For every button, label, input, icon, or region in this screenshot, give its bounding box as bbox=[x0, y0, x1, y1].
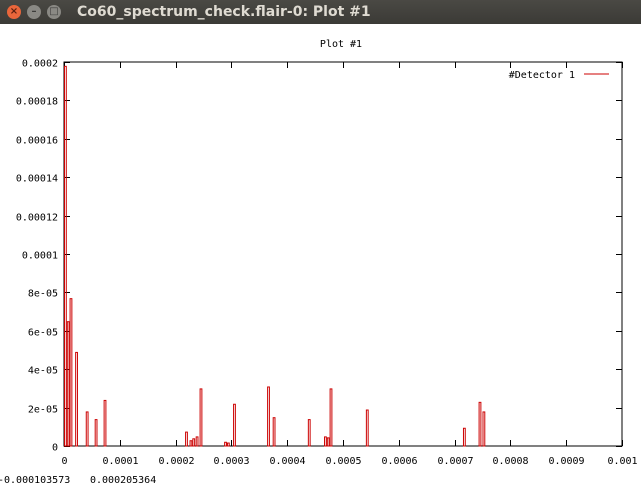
chart-title: Plot #1 bbox=[320, 39, 362, 50]
histogram-bar bbox=[64, 65, 67, 447]
window-title: Co60_spectrum_check.flair-0: Plot #1 bbox=[77, 4, 371, 20]
histogram-bar bbox=[85, 411, 89, 447]
plot-axes bbox=[63, 61, 623, 447]
legend-label: #Detector 1 bbox=[509, 70, 575, 81]
histogram-bar bbox=[462, 427, 466, 447]
histogram-bar bbox=[75, 351, 78, 447]
histogram-bar bbox=[329, 388, 333, 447]
histogram-bar bbox=[192, 438, 196, 447]
legend: #Detector 1 bbox=[509, 70, 609, 81]
tick-marks: 0 2e-05 4e-05 6e-05 8e-05 0.0001 0.00012 0.0001… bbox=[16, 59, 638, 468]
histogram-bar bbox=[195, 436, 199, 447]
plot-frame bbox=[63, 61, 623, 447]
x-tick-label: 0.0001 bbox=[102, 456, 138, 467]
histogram-bar bbox=[185, 431, 188, 447]
y-tick-label: 8e-05 bbox=[28, 289, 58, 300]
histogram-bar bbox=[267, 386, 270, 447]
plot-canvas[interactable]: Plot #1 0 2e-05 4e-05 6e-05 8e-05 0.0001 0.000… bbox=[0, 24, 641, 484]
x-tick-label: 0 bbox=[61, 456, 67, 467]
maximize-window-button[interactable]: □ bbox=[47, 5, 61, 19]
cursor-x-readout: -0.000103573 bbox=[0, 475, 70, 484]
x-tick-label: 0.0006 bbox=[381, 456, 417, 467]
cursor-y-readout: 0.000205364 bbox=[90, 475, 156, 484]
y-tick-label: 2e-05 bbox=[28, 405, 58, 416]
histogram-bar bbox=[69, 298, 73, 447]
histogram-bar bbox=[482, 411, 486, 447]
minimize-window-button[interactable]: – bbox=[27, 5, 41, 19]
y-tick-label: 0.00012 bbox=[16, 213, 58, 224]
x-tick-label: 0.001 bbox=[607, 456, 637, 467]
histogram-bar bbox=[224, 441, 227, 447]
x-tick-label: 0.0004 bbox=[269, 456, 305, 467]
x-tick-label: 0.0007 bbox=[437, 456, 473, 467]
histogram-bar bbox=[233, 403, 236, 447]
x-tick-label: 0.0002 bbox=[158, 456, 194, 467]
y-tick-label: 0.00014 bbox=[16, 174, 58, 185]
histogram-bar bbox=[94, 419, 98, 447]
histogram-bar bbox=[272, 417, 276, 447]
y-tick-label: 0 bbox=[52, 443, 58, 454]
x-tick-label: 0.0009 bbox=[548, 456, 584, 467]
y-tick-label: 0.00018 bbox=[16, 97, 58, 108]
window-titlebar: × – □ Co60_spectrum_check.flair-0: Plot … bbox=[0, 0, 641, 24]
histogram-bar bbox=[307, 419, 311, 447]
x-tick-label: 0.0008 bbox=[492, 456, 528, 467]
y-tick-label: 6e-05 bbox=[28, 328, 58, 339]
x-tick-label: 0.0003 bbox=[213, 456, 249, 467]
histogram-bar bbox=[189, 440, 193, 447]
histogram-bars bbox=[64, 65, 486, 447]
y-tick-label: 0.00016 bbox=[16, 136, 58, 147]
histogram-bar bbox=[226, 442, 230, 447]
x-tick-label: 0.0005 bbox=[325, 456, 361, 467]
histogram-bar bbox=[324, 436, 327, 447]
histogram-bar bbox=[478, 401, 482, 447]
y-tick-label: 4e-05 bbox=[28, 366, 58, 377]
y-tick-label: 0.0001 bbox=[22, 251, 58, 262]
histogram-bar bbox=[103, 399, 107, 447]
histogram-bar bbox=[365, 409, 369, 447]
histogram-bar bbox=[199, 388, 203, 447]
histogram-bar bbox=[326, 437, 330, 447]
close-window-button[interactable]: × bbox=[7, 5, 21, 19]
histogram-bar bbox=[66, 321, 70, 447]
y-tick-label: 0.0002 bbox=[22, 59, 58, 70]
